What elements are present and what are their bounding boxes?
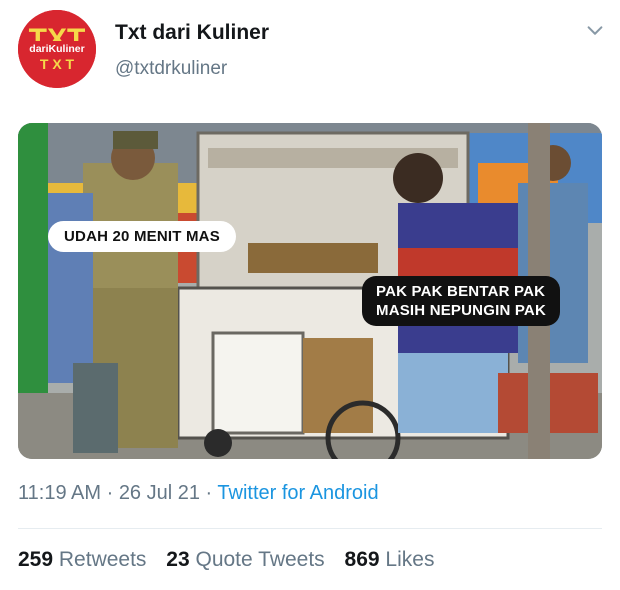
handle[interactable]: @txtdrkuliner (115, 58, 227, 80)
meme-caption-top: UDAH 20 MENIT MAS (48, 221, 236, 252)
meme-caption-bottom-line2: MASIH NEPUNGIN PAK (376, 302, 546, 319)
tweet-stats: 259 Retweets 23 Quote Tweets 869 Likes (18, 548, 448, 572)
tweet-meta: 11:19 AM · 26 Jul 21 · Twitter for Andro… (18, 482, 379, 505)
retweets-label: Retweets (58, 548, 147, 571)
retweets-stat[interactable]: 259 Retweets (18, 548, 146, 571)
quote-tweets-label: Quote Tweets (195, 548, 325, 571)
retweets-count: 259 (18, 548, 54, 571)
quote-tweets-stat[interactable]: 23 Quote Tweets (166, 548, 324, 571)
tweet-photo[interactable]: UDAH 20 MENIT MAS PAK PAK BENTAR PAK MAS… (18, 123, 602, 459)
display-name[interactable]: Txt dari Kuliner (115, 21, 269, 45)
quote-tweets-count: 23 (166, 548, 190, 571)
chevron-down-icon[interactable] (584, 20, 606, 42)
tweet-source-link[interactable]: Twitter for Android (217, 482, 378, 504)
tweet-time[interactable]: 11:19 AM (18, 482, 101, 504)
tweet-date[interactable]: 26 Jul 21 (119, 482, 200, 504)
meme-caption-bottom-line1: PAK PAK BENTAR PAK (376, 283, 546, 300)
divider (18, 528, 602, 529)
meta-separator: · (199, 482, 218, 504)
meta-separator: · (101, 482, 119, 504)
svg-text:T X T: T X T (40, 56, 75, 72)
likes-count: 869 (344, 548, 380, 571)
svg-text:dariKuliner: dariKuliner (29, 43, 84, 55)
txt-logo-icon: TXT dariKuliner T X T (18, 10, 96, 88)
likes-label: Likes (385, 548, 435, 571)
avatar[interactable]: TXT dariKuliner T X T (18, 10, 96, 88)
meme-caption-bottom: PAK PAK BENTAR PAK MASIH NEPUNGIN PAK (362, 276, 560, 326)
likes-stat[interactable]: 869 Likes (345, 548, 435, 571)
